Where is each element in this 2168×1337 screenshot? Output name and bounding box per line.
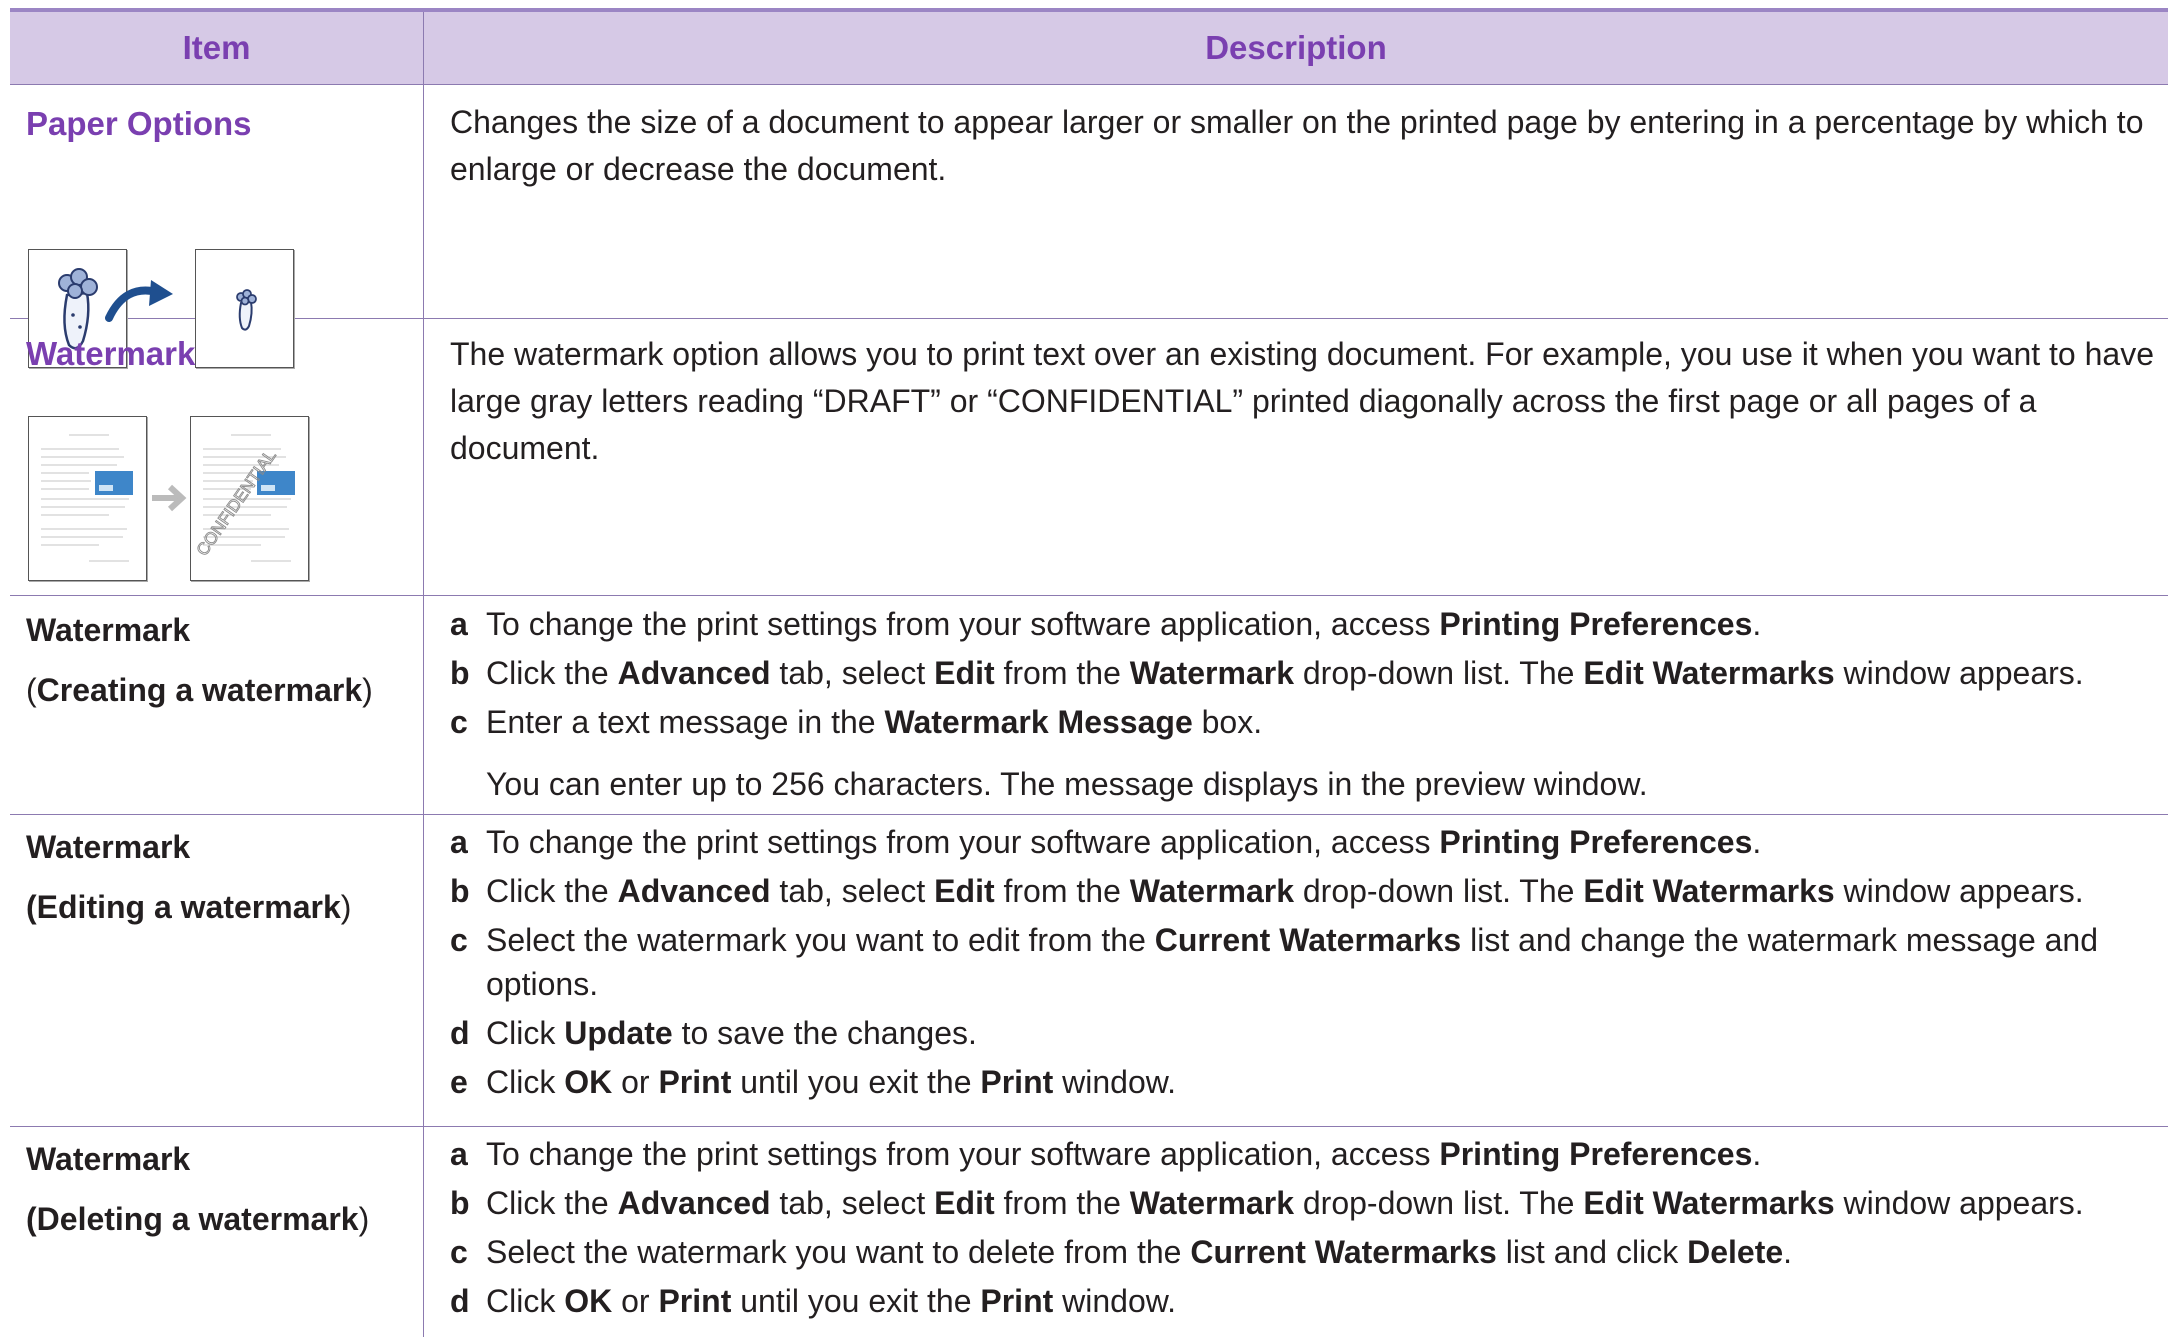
steps-editing: a To change the print settings from your … [450, 820, 2164, 1109]
step-letter: b [450, 873, 470, 909]
arrow-right-icon [152, 484, 187, 512]
item-cell: Watermark (Editing a watermark) [10, 815, 424, 1126]
step-letter: d [450, 1283, 470, 1319]
step-letter: c [450, 1234, 468, 1270]
description-paper-options: Changes the size of a document to appear… [450, 104, 2144, 187]
step-text: Click OK or Print until you exit the Pri… [486, 1283, 1176, 1319]
item-subtitle-creating: (Creating a watermark) [26, 672, 373, 708]
item-title-paper-options: Paper Options [26, 105, 252, 142]
steps-creating: a To change the print settings from your … [450, 602, 2164, 749]
steps-deleting: a To change the print settings from your … [450, 1132, 2164, 1328]
step-letter: a [450, 1136, 468, 1172]
watermarked-page-icon: CONFIDENTIAL [190, 416, 309, 581]
step-letter: a [450, 606, 468, 642]
step-text: To change the print settings from your s… [486, 606, 1762, 642]
description-cell: Changes the size of a document to appear… [424, 85, 2168, 318]
step-text: Select the watermark you want to edit fr… [486, 922, 2099, 1002]
item-subtitle-deleting: (Deleting a watermark) [26, 1201, 370, 1237]
step-letter: c [450, 922, 468, 958]
table-row: Watermark (Editing a watermark) a To chan… [10, 815, 2168, 1127]
item-title-creating: Watermark [26, 612, 191, 648]
step-item: c Select the watermark you want to edit f… [450, 918, 2164, 1006]
table-row: Watermark (Deleting a watermark) a To cha… [10, 1127, 2168, 1337]
step-letter: b [450, 1185, 470, 1221]
step-text: To change the print settings from your s… [486, 1136, 1762, 1172]
step-letter: b [450, 655, 470, 691]
description-watermark: The watermark option allows you to print… [450, 336, 2154, 466]
item-cell: Watermark CONFIDENTIAL [10, 319, 424, 595]
document-page-icon [28, 416, 147, 581]
table-row: Paper Options Changes the size of a docu… [10, 85, 2168, 368]
item-cell: Watermark (Creating a watermark) [10, 596, 424, 814]
description-cell: a To change the print settings from your … [424, 596, 2168, 814]
description-cell: a To change the print settings from your … [424, 1127, 2168, 1337]
item-title-deleting: Watermark [26, 1141, 191, 1177]
description-cell: The watermark option allows you to print… [424, 319, 2168, 595]
step-text: Enter a text message in the Watermark Me… [486, 704, 1263, 740]
note-creating: You can enter up to 256 characters. The … [486, 766, 1648, 802]
step-text: Select the watermark you want to delete … [486, 1234, 1793, 1270]
item-title-editing: Watermark [26, 829, 191, 865]
step-item: b Click the Advanced tab, select Edit fro… [450, 651, 2164, 695]
step-item: c Enter a text message in the Watermark M… [450, 700, 2164, 744]
step-item: b Click the Advanced tab, select Edit fro… [450, 869, 2164, 913]
step-item: c Select the watermark you want to delete… [450, 1230, 2164, 1274]
step-letter: d [450, 1015, 470, 1051]
step-item: a To change the print settings from your … [450, 820, 2164, 864]
step-item: d Click Update to save the changes. [450, 1011, 2164, 1055]
table-row: Watermark CONFIDENTIAL The watermark opt… [10, 319, 2168, 596]
watermark-stamp-text: CONFIDENTIAL [193, 446, 280, 559]
settings-table: Item Description Paper Options Changes t… [10, 8, 2168, 1337]
step-item: e Click OK or Print until you exit the Pr… [450, 1060, 2164, 1104]
item-title-watermark: Watermark [26, 335, 196, 372]
step-text: Click the Advanced tab, select Edit from… [486, 655, 2084, 691]
step-item: a To change the print settings from your … [450, 602, 2164, 646]
item-cell: Watermark (Deleting a watermark) [10, 1127, 424, 1337]
step-letter: a [450, 824, 468, 860]
step-text: Click OK or Print until you exit the Pri… [486, 1064, 1176, 1100]
header-item: Item [10, 12, 424, 84]
item-subtitle-editing: (Editing a watermark) [26, 889, 352, 925]
item-cell: Paper Options [10, 85, 424, 368]
step-text: Click Update to save the changes. [486, 1015, 977, 1051]
description-cell: a To change the print settings from your … [424, 815, 2168, 1126]
step-text: Click the Advanced tab, select Edit from… [486, 873, 2084, 909]
header-description: Description [1205, 29, 1387, 66]
step-text: Click the Advanced tab, select Edit from… [486, 1185, 2084, 1221]
table-row: Watermark (Creating a watermark) a To cha… [10, 596, 2168, 815]
step-item: d Click OK or Print until you exit the Pr… [450, 1279, 2164, 1323]
table-header: Item Description [10, 12, 2168, 85]
step-letter: c [450, 704, 468, 740]
step-item: b Click the Advanced tab, select Edit fro… [450, 1181, 2164, 1225]
step-letter: e [450, 1064, 468, 1100]
step-item: a To change the print settings from your … [450, 1132, 2164, 1176]
step-text: To change the print settings from your s… [486, 824, 1762, 860]
